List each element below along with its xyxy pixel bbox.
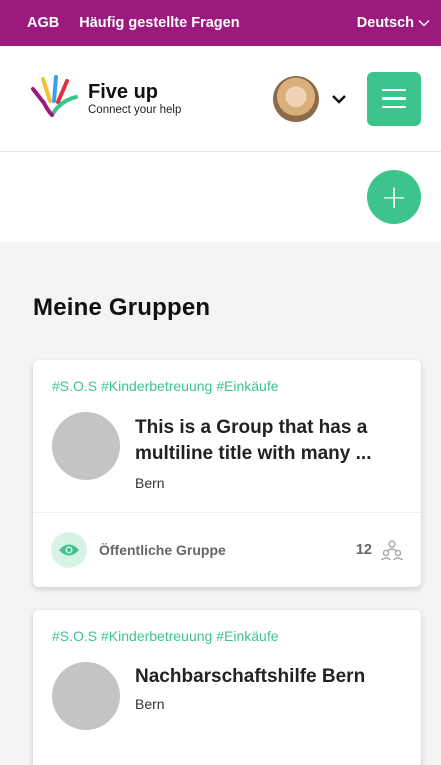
group-image bbox=[52, 662, 120, 730]
group-location: Bern bbox=[135, 475, 165, 491]
chevron-down-icon[interactable] bbox=[331, 94, 347, 104]
group-title: Nachbarschaftshilfe Bern bbox=[135, 666, 366, 687]
brand-tagline: Connect your help bbox=[88, 103, 182, 116]
app-header: Five up Connect your help bbox=[0, 46, 441, 152]
top-bar: AGB Häufig gestellte Fragen Deutsch bbox=[0, 0, 441, 46]
brand-name: Five up bbox=[88, 80, 159, 103]
language-selector[interactable]: Deutsch bbox=[357, 15, 430, 31]
agb-link[interactable]: AGB bbox=[27, 15, 59, 31]
faq-link[interactable]: Häufig gestellte Fragen bbox=[79, 15, 239, 31]
group-tags: #S.O.S #Kinderbetreuung #Einkäufe bbox=[52, 628, 279, 644]
group-location: Bern bbox=[135, 696, 165, 712]
visibility-label: Öffentliche Gruppe bbox=[99, 542, 226, 558]
menu-button[interactable] bbox=[367, 71, 421, 126]
member-count: 12 bbox=[355, 542, 372, 558]
add-group-button[interactable]: + bbox=[367, 170, 421, 224]
group-image bbox=[52, 412, 120, 480]
members-icon bbox=[381, 540, 403, 561]
group-card[interactable]: #S.O.S #Kinderbetreuung #Einkäufe Nachba… bbox=[33, 610, 421, 765]
menu-icon-bar bbox=[382, 88, 406, 92]
eye-icon bbox=[59, 544, 79, 556]
five-up-logo-icon[interactable] bbox=[30, 74, 78, 123]
menu-icon-bar bbox=[382, 105, 406, 109]
group-card[interactable]: #S.O.S #Kinderbetreuung #Einkäufe This i… bbox=[33, 360, 421, 587]
visibility-badge bbox=[51, 532, 87, 568]
chevron-down-icon bbox=[418, 19, 430, 27]
menu-icon-bar bbox=[382, 97, 406, 100]
group-card-footer: Öffentliche Gruppe 12 bbox=[33, 512, 421, 587]
group-title: This is a Group that has a multiline tit… bbox=[135, 417, 372, 464]
group-tags: #S.O.S #Kinderbetreuung #Einkäufe bbox=[52, 378, 279, 394]
brand: Five up Connect your help bbox=[88, 81, 181, 117]
action-bar: + bbox=[0, 152, 441, 242]
language-label: Deutsch bbox=[356, 15, 414, 31]
avatar[interactable] bbox=[273, 75, 319, 122]
page-title: Meine Gruppen bbox=[33, 294, 211, 321]
